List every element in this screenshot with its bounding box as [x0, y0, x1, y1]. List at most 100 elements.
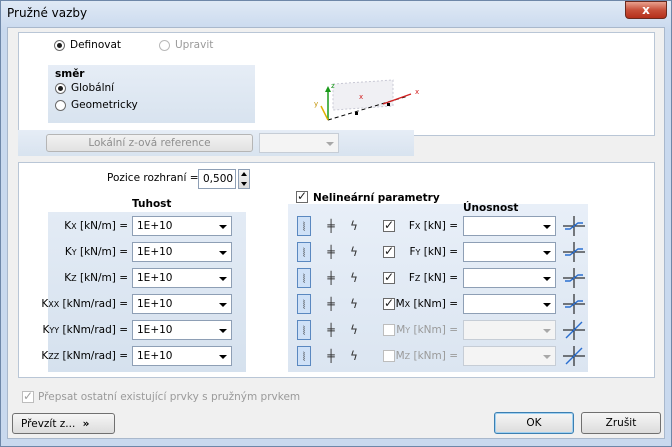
rigid-link-icon[interactable]: ╪ — [324, 268, 338, 288]
spring-icon[interactable]: ⦚ — [297, 294, 311, 314]
nonlinear-checkbox[interactable] — [296, 189, 308, 203]
radio-edit-label: Upravit — [175, 39, 214, 51]
stiffness-combo[interactable]: 1E+10 — [132, 242, 232, 262]
capacity-combo[interactable] — [463, 268, 556, 288]
capacity-checkbox[interactable] — [383, 324, 395, 336]
nonlinear-label: Nelineární parametry — [313, 192, 440, 204]
break-link-icon[interactable]: ϟ — [347, 268, 361, 288]
spring-icon[interactable]: ⦚ — [297, 320, 311, 340]
chevron-down-icon — [543, 277, 551, 281]
capacity-combo[interactable] — [463, 294, 556, 314]
double-chevron-right-icon: » — [82, 418, 90, 430]
dialog-window: Pružné vazby x Definovat Upravit směr Gl… — [0, 0, 672, 447]
capacity-graph-icon[interactable] — [562, 215, 586, 237]
capacity-graph-icon[interactable] — [562, 345, 586, 367]
spring-icon[interactable]: ⦚ — [297, 268, 311, 288]
capacity-checkbox[interactable] — [383, 218, 395, 232]
break-link-icon[interactable]: ϟ — [347, 294, 361, 314]
interface-label: Pozice rozhraní = — [107, 172, 199, 184]
chevron-down-icon — [543, 303, 551, 307]
capacity-checkbox[interactable] — [383, 296, 395, 310]
capacity-checkbox[interactable] — [383, 350, 395, 362]
interface-spinner[interactable] — [238, 169, 250, 189]
chevron-down-icon — [543, 329, 551, 333]
capacity-row-label: MX [kNm] = — [395, 298, 458, 310]
stiffness-value: 1E+10 — [137, 220, 173, 232]
cancel-button[interactable]: Zrušit — [581, 412, 661, 434]
radio-define[interactable]: Definovat — [54, 39, 121, 51]
radio-geometric-dot[interactable] — [55, 99, 66, 111]
capacity-row-label: FX [kN] = — [408, 220, 458, 232]
chevron-down-icon — [326, 142, 334, 146]
stiffness-row-label: KYY [kNm/rad] = — [42, 324, 128, 336]
capacity-checkbox[interactable] — [383, 270, 395, 284]
stiffness-row-label: KZZ [kNm/rad] = — [41, 350, 128, 362]
chevron-down-icon — [219, 251, 227, 255]
local-ref-combo[interactable] — [259, 133, 339, 153]
stiffness-row-label: KXX [kNm/rad] = — [41, 298, 128, 310]
stiffness-combo[interactable]: 1E+10 — [132, 346, 232, 366]
radio-geometric[interactable]: Geometricky — [55, 99, 138, 111]
radio-geometric-label: Geometricky — [71, 99, 138, 111]
spring-icon[interactable]: ⦚ — [297, 216, 311, 236]
close-button[interactable]: x — [625, 1, 667, 19]
capacity-graph-icon[interactable] — [562, 293, 586, 315]
svg-text:x: x — [359, 93, 363, 101]
ok-button[interactable]: OK — [494, 412, 574, 434]
capacity-row-label: MY [kNm] = — [396, 324, 458, 336]
axis-x-label: x — [415, 88, 419, 96]
rigid-link-icon[interactable]: ╪ — [324, 346, 338, 366]
stiffness-value: 1E+10 — [137, 350, 173, 362]
capacity-checkbox[interactable] — [383, 244, 395, 258]
capacity-graph-icon[interactable] — [562, 267, 586, 289]
radio-global-label: Globální — [71, 82, 115, 94]
stiffness-combo[interactable]: 1E+10 — [132, 294, 232, 314]
rigid-link-icon[interactable]: ╪ — [324, 294, 338, 314]
capacity-graph-icon[interactable] — [562, 241, 586, 263]
break-link-icon[interactable]: ϟ — [347, 320, 361, 340]
chevron-down-icon — [219, 225, 227, 229]
radio-define-dot[interactable] — [54, 39, 65, 51]
radio-global-dot[interactable] — [55, 82, 66, 94]
capacity-row-label: FY [kN] = — [409, 246, 458, 258]
stiffness-value: 1E+10 — [137, 324, 173, 336]
capacity-combo[interactable] — [463, 346, 556, 366]
capacity-combo[interactable] — [463, 320, 556, 340]
stiffness-value: 1E+10 — [137, 272, 173, 284]
overwrite-label: Přepsat ostatní existující prvky s pružn… — [38, 391, 301, 403]
take-from-label: Převzít z... — [21, 418, 76, 430]
capacity-graph-icon[interactable] — [562, 319, 586, 341]
stiffness-combo[interactable]: 1E+10 — [132, 216, 232, 236]
chevron-down-icon — [219, 355, 227, 359]
interface-input[interactable]: 0,500 — [198, 169, 236, 189]
window-title: Pružné vazby — [7, 6, 88, 20]
capacity-row-label: MZ [kNm] = — [395, 350, 458, 362]
spring-icon[interactable]: ⦚ — [297, 242, 311, 262]
spring-icon[interactable]: ⦚ — [297, 346, 311, 366]
chevron-down-icon — [219, 277, 227, 281]
stiffness-value: 1E+10 — [137, 246, 173, 258]
rigid-link-icon[interactable]: ╪ — [324, 242, 338, 262]
rigid-link-icon[interactable]: ╪ — [324, 320, 338, 340]
stiffness-combo[interactable]: 1E+10 — [132, 268, 232, 288]
capacity-combo[interactable] — [463, 216, 556, 236]
break-link-icon[interactable]: ϟ — [347, 216, 361, 236]
chevron-down-icon — [219, 329, 227, 333]
spin-up-icon[interactable] — [241, 172, 247, 176]
local-ref-button[interactable]: Lokální z-ová reference — [46, 134, 253, 152]
break-link-icon[interactable]: ϟ — [347, 346, 361, 366]
break-link-icon[interactable]: ϟ — [347, 242, 361, 262]
capacity-combo[interactable] — [463, 242, 556, 262]
stiffness-row-label: KX [kN/m] = — [64, 220, 128, 232]
radio-global[interactable]: Globální — [55, 82, 114, 94]
radio-edit[interactable]: Upravit — [159, 39, 213, 51]
stiffness-combo[interactable]: 1E+10 — [132, 320, 232, 340]
radio-edit-dot[interactable] — [159, 39, 170, 51]
chevron-down-icon — [219, 303, 227, 307]
overwrite-checkbox[interactable] — [22, 389, 34, 403]
spin-down-icon[interactable] — [241, 182, 247, 186]
radio-define-label: Definovat — [70, 39, 122, 51]
interface-value: 0,500 — [203, 173, 234, 185]
take-from-button[interactable]: Převzít z... » — [12, 413, 115, 434]
rigid-link-icon[interactable]: ╪ — [324, 216, 338, 236]
